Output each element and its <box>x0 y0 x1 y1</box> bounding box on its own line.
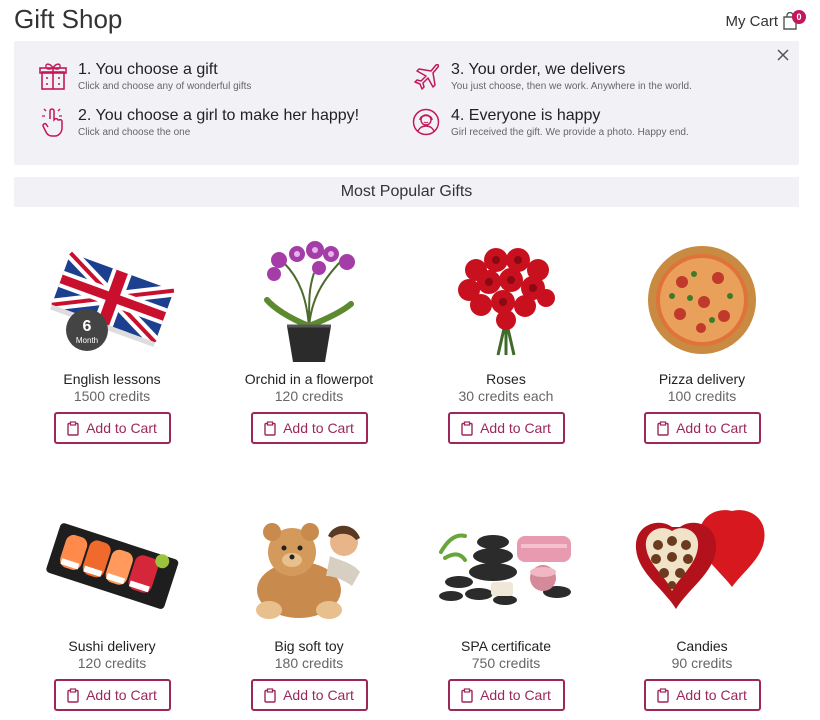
product-card-candies: Candies 90 credits Add to Cart <box>604 502 800 711</box>
add-to-cart-label: Add to Cart <box>480 687 551 703</box>
product-name: Orchid in a flowerpot <box>244 371 374 387</box>
add-to-cart-button[interactable]: Add to Cart <box>447 412 565 444</box>
product-card-soft-toy: Big soft toy 180 credits Add to Cart <box>211 502 407 711</box>
gift-icon <box>39 61 67 91</box>
add-to-cart-button[interactable]: Add to Cart <box>447 679 565 711</box>
page-header: Gift Shop My Cart 0 <box>0 0 820 40</box>
my-cart-link[interactable]: My Cart 0 <box>725 10 806 30</box>
clipboard-icon <box>264 687 276 703</box>
add-to-cart-button[interactable]: Add to Cart <box>250 412 368 444</box>
product-card-sushi: Sushi delivery 120 credits Add to Cart <box>14 502 210 711</box>
add-to-cart-label: Add to Cart <box>676 687 747 703</box>
step-2: 2. You choose a girl to make her happy! … <box>39 107 359 138</box>
product-price: 100 credits <box>667 388 737 404</box>
add-to-cart-button[interactable]: Add to Cart <box>643 412 761 444</box>
cart-count-badge: 0 <box>792 10 806 24</box>
shopping-bag-icon: 0 <box>782 10 806 30</box>
add-to-cart-label: Add to Cart <box>676 420 747 436</box>
product-price: 120 credits <box>274 388 344 404</box>
step-title: 4. Everyone is happy <box>451 107 601 124</box>
product-name: English lessons <box>63 371 161 387</box>
close-icon[interactable] <box>775 47 791 63</box>
product-image-english-lessons[interactable]: 6 Month <box>14 235 210 365</box>
step-title: 3. You order, we delivers <box>451 61 626 78</box>
step-description: Click and choose the one <box>78 127 191 138</box>
product-name: Pizza delivery <box>658 371 746 387</box>
product-price: 1500 credits <box>73 388 151 404</box>
add-to-cart-button[interactable]: Add to Cart <box>53 679 171 711</box>
product-card-orchid: Orchid in a flowerpot 120 credits Add to… <box>211 235 407 444</box>
add-to-cart-label: Add to Cart <box>86 687 157 703</box>
product-price: 30 credits each <box>458 388 554 404</box>
clipboard-icon <box>264 420 276 436</box>
product-card-pizza: Pizza delivery 100 credits Add to Cart <box>604 235 800 444</box>
product-image-candies[interactable] <box>604 502 800 632</box>
happy-girl-icon <box>412 107 440 137</box>
clipboard-icon <box>461 420 473 436</box>
add-to-cart-label: Add to Cart <box>283 687 354 703</box>
step-title: 2. You choose a girl to make her happy! <box>78 107 360 124</box>
product-price: 120 credits <box>77 655 147 671</box>
add-to-cart-button[interactable]: Add to Cart <box>643 679 761 711</box>
airplane-icon <box>412 61 440 91</box>
clipboard-icon <box>67 420 79 436</box>
product-name: Roses <box>486 371 526 387</box>
product-image-pizza[interactable] <box>604 235 800 365</box>
how-it-works-panel: 1. You choose a gift Click and choose an… <box>14 41 799 165</box>
product-image-soft-toy[interactable] <box>211 502 407 632</box>
step-4: 4. Everyone is happy Girl received the g… <box>412 107 689 138</box>
clipboard-icon <box>461 687 473 703</box>
clipboard-icon <box>657 420 669 436</box>
clipboard-icon <box>67 687 79 703</box>
duration-badge-unit: Month <box>76 336 98 345</box>
add-to-cart-label: Add to Cart <box>283 420 354 436</box>
product-image-spa[interactable] <box>408 502 604 632</box>
cart-label: My Cart <box>725 12 779 30</box>
duration-badge-number: 6 <box>83 318 92 335</box>
product-price: 90 credits <box>671 655 733 671</box>
add-to-cart-button[interactable]: Add to Cart <box>53 412 171 444</box>
clipboard-icon <box>657 687 669 703</box>
step-description: Click and choose any of wonderful gifts <box>78 81 252 92</box>
section-title: Most Popular Gifts <box>340 183 473 200</box>
product-price: 750 credits <box>471 655 541 671</box>
step-title: 1. You choose a gift <box>78 61 218 78</box>
product-image-orchid[interactable] <box>211 235 407 365</box>
add-to-cart-label: Add to Cart <box>86 420 157 436</box>
product-name: Big soft toy <box>274 638 344 654</box>
product-price: 180 credits <box>274 655 344 671</box>
product-image-sushi[interactable] <box>14 502 210 632</box>
product-card-spa: SPA certificate 750 credits Add to Cart <box>408 502 604 711</box>
product-image-roses[interactable] <box>408 235 604 365</box>
most-popular-header: Most Popular Gifts <box>14 177 799 207</box>
page-title: Gift Shop <box>14 4 123 34</box>
step-3: 3. You order, we delivers You just choos… <box>412 61 692 92</box>
product-name: Sushi delivery <box>68 638 156 654</box>
step-1: 1. You choose a gift Click and choose an… <box>39 61 251 92</box>
hand-pointer-icon <box>39 107 67 137</box>
product-name: Candies <box>676 638 728 654</box>
product-card-roses: Roses 30 credits each Add to Cart <box>408 235 604 444</box>
add-to-cart-button[interactable]: Add to Cart <box>250 679 368 711</box>
product-card-english-lessons: 6 Month English lessons 1500 credits Add… <box>14 235 210 444</box>
step-description: Girl received the gift. We provide a pho… <box>451 127 689 138</box>
product-name: SPA certificate <box>460 638 551 654</box>
step-description: You just choose, then we work. Anywhere … <box>451 81 692 92</box>
add-to-cart-label: Add to Cart <box>480 420 551 436</box>
